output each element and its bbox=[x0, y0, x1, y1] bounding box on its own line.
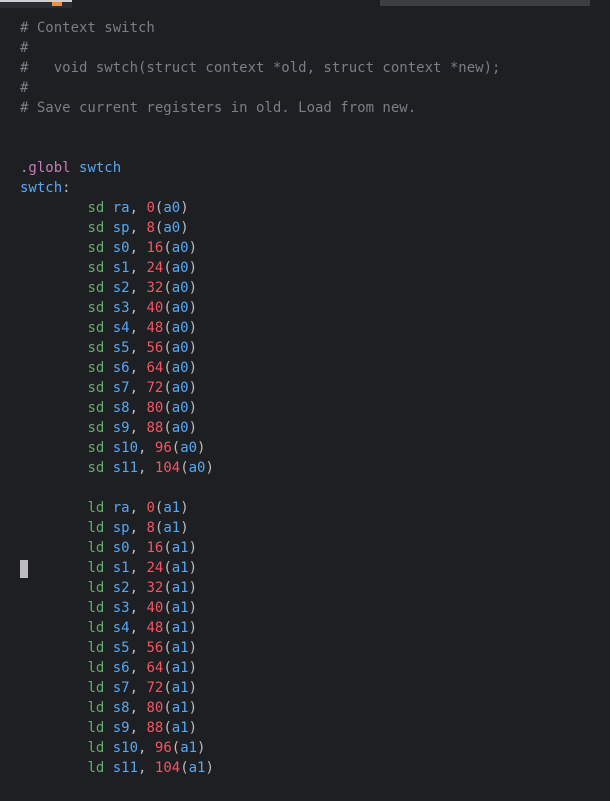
tab-bar bbox=[0, 0, 610, 8]
code-editor[interactable]: # Context switch # # void swtch(struct c… bbox=[0, 0, 610, 801]
code-area[interactable]: # Context switch # # void swtch(struct c… bbox=[0, 4, 610, 801]
tab-icon bbox=[52, 2, 62, 6]
inactive-tab[interactable] bbox=[380, 0, 590, 6]
caret-indicator bbox=[20, 560, 28, 578]
